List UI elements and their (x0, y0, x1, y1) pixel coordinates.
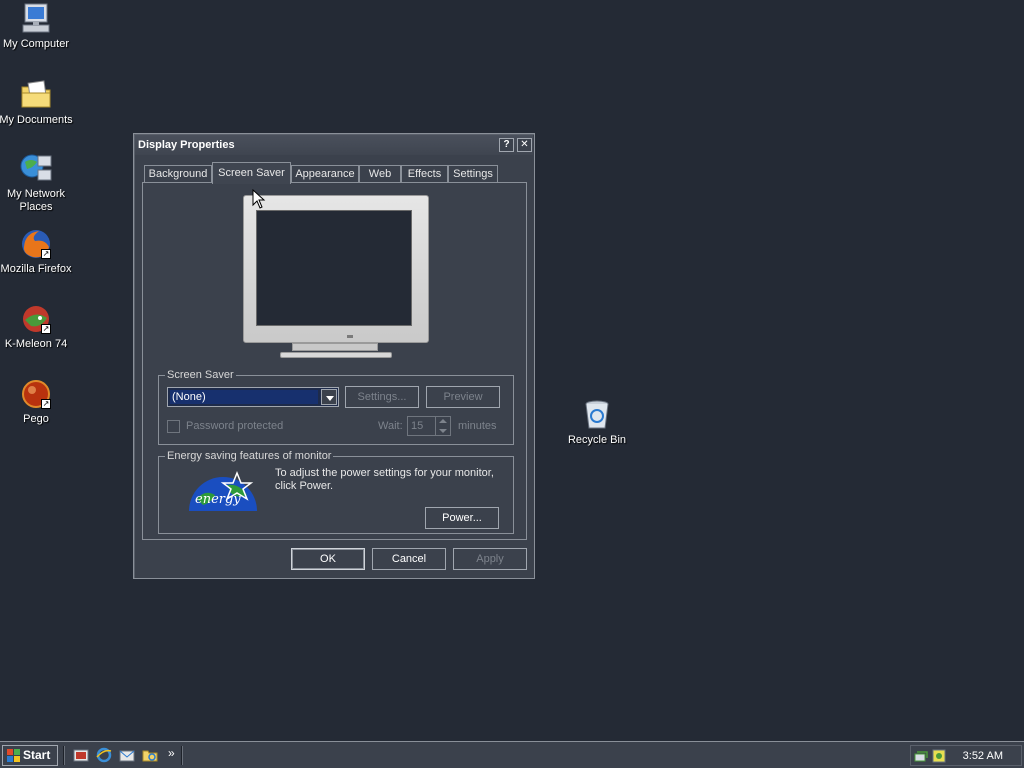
power-button[interactable]: Power... (425, 507, 499, 529)
svg-text:energy: energy (195, 492, 241, 507)
cancel-button[interactable]: Cancel (372, 548, 446, 570)
desktop-icon-pego[interactable]: ↗ Pego (0, 377, 74, 426)
desktop-icon-label: Mozilla Firefox (0, 263, 72, 275)
desktop-icon-label: Recycle Bin (567, 434, 627, 446)
mouse-pointer-icon (252, 189, 266, 209)
desktop-icon-firefox[interactable]: ↗ Mozilla Firefox (0, 227, 74, 276)
energy-description: To adjust the power settings for your mo… (275, 467, 494, 492)
screen-saver-select[interactable]: (None) (167, 387, 339, 407)
wait-spinner[interactable]: 15 (407, 416, 451, 436)
shortcut-arrow-icon: ↗ (41, 249, 51, 259)
close-button[interactable]: ✕ (517, 138, 532, 152)
recycle-bin-icon (585, 400, 609, 429)
start-label: Start (23, 748, 51, 762)
my-computer-icon (22, 3, 50, 33)
taskbar-separator (181, 746, 183, 765)
network-places-icon (20, 154, 52, 181)
volume-tray-icon[interactable] (931, 748, 947, 764)
monitor-led-icon (347, 335, 353, 338)
tab-screen-saver[interactable]: Screen Saver (212, 162, 291, 184)
title-bar[interactable]: Display Properties ? ✕ (135, 135, 533, 155)
system-tray: 3:52 AM (910, 745, 1022, 766)
taskbar-separator (63, 746, 65, 765)
desktop-icon-my-computer[interactable]: My Computer (0, 2, 74, 51)
settings-button[interactable]: Settings... (345, 386, 419, 408)
group-title: Energy saving features of monitor (165, 450, 334, 462)
desktop-icon-my-documents[interactable]: My Documents (0, 78, 74, 127)
minutes-label: minutes (458, 420, 497, 432)
ok-button[interactable]: OK (291, 548, 365, 570)
monitor-base (280, 352, 392, 358)
desktop-icon-recycle-bin[interactable]: Recycle Bin (559, 398, 635, 447)
password-checkbox[interactable] (167, 420, 180, 433)
show-desktop-icon[interactable] (73, 747, 89, 763)
chevron-down-icon[interactable] (321, 389, 337, 405)
group-title: Screen Saver (165, 369, 236, 381)
monitor-preview (243, 195, 429, 365)
desktop-icon-label: K-Meleon 74 (4, 338, 68, 350)
network-tray-icon[interactable] (914, 748, 930, 764)
outlook-express-icon[interactable] (119, 747, 135, 763)
preview-button[interactable]: Preview (426, 386, 500, 408)
windows-logo-icon (7, 749, 20, 762)
my-documents-icon (21, 80, 51, 108)
desktop-icon-label: My Documents (0, 114, 73, 126)
quick-launch-chevron[interactable]: » (168, 746, 175, 760)
taskbar: Start » 3:52 AM (0, 741, 1024, 768)
monitor-neck (292, 343, 378, 351)
desktop-icon-label: My Computer (2, 38, 70, 50)
wait-value: 15 (411, 420, 424, 432)
energy-star-logo-icon: energy (189, 470, 257, 511)
start-button[interactable]: Start (2, 745, 58, 766)
desktop-icon-network-places[interactable]: My Network Places (0, 152, 74, 214)
monitor-screen (256, 210, 412, 326)
password-label: Password protected (186, 420, 284, 432)
screen-saver-panel: Screen Saver (None) Settings... Preview … (142, 182, 527, 540)
desktop-icon-label: Pego (23, 413, 49, 425)
desktop-icon-label: My Network Places (6, 188, 66, 213)
energy-group: Energy saving features of monitor energy… (158, 450, 514, 534)
shortcut-arrow-icon: ↗ (41, 399, 51, 409)
windows-explorer-icon[interactable] (142, 747, 158, 763)
desktop-icon-k-meleon[interactable]: ↗ K-Meleon 74 (0, 302, 74, 351)
clock[interactable]: 3:52 AM (963, 750, 1003, 762)
selected-value: (None) (170, 390, 318, 404)
window-title: Display Properties (138, 139, 235, 151)
help-button[interactable]: ? (499, 138, 514, 152)
apply-button[interactable]: Apply (453, 548, 527, 570)
shortcut-arrow-icon: ↗ (41, 324, 51, 334)
display-properties-window: Display Properties ? ✕ Background Screen… (133, 133, 535, 579)
screen-saver-group: Screen Saver (None) Settings... Preview … (158, 369, 514, 445)
spinner-arrows-icon[interactable] (435, 417, 450, 435)
wait-label: Wait: (378, 420, 403, 432)
internet-explorer-icon[interactable] (96, 747, 112, 763)
